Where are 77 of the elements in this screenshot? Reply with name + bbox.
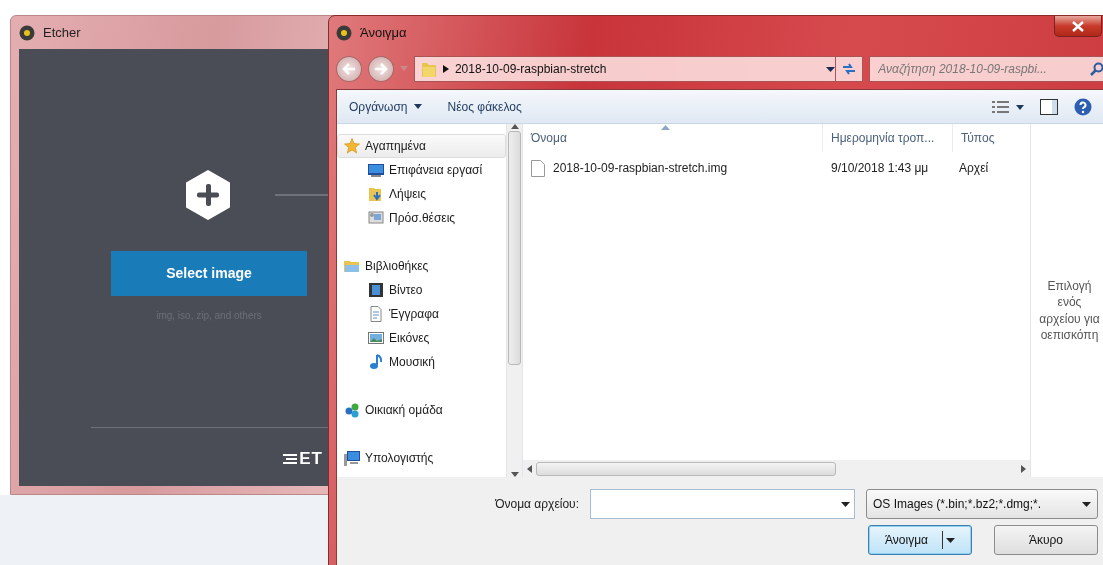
chevron-icon <box>442 65 449 73</box>
horizontal-scrollbar[interactable] <box>523 460 1030 477</box>
window-title: Άνοιγμα <box>360 23 407 42</box>
view-list-icon[interactable] <box>992 99 1024 114</box>
preview-pane-icon[interactable] <box>1040 98 1058 115</box>
search-icon <box>1090 62 1103 76</box>
scrollbar-thumb[interactable] <box>536 461 836 476</box>
left-arrow-icon <box>342 63 356 75</box>
right-arrow-icon <box>373 63 388 75</box>
nav-item[interactable]: Βίντεο <box>337 278 506 302</box>
file-name: 2018-10-09-raspbian-stretch.img <box>553 160 728 177</box>
filename-field[interactable] <box>590 489 855 519</box>
nav-item[interactable]: Οικιακή ομάδα <box>337 398 506 422</box>
column-header[interactable]: Τύπος <box>953 124 995 152</box>
scrollbar-thumb[interactable] <box>508 131 521 365</box>
desktop-icon <box>368 162 384 178</box>
caret-icon[interactable] <box>946 537 955 543</box>
libraries-icon <box>344 258 360 274</box>
cancel-button[interactable]: Άκυρο <box>994 525 1098 555</box>
address-bar[interactable]: 2018-10-09-raspbian-stretch <box>413 56 837 82</box>
new-folder-button[interactable]: Νέος φάκελος <box>445 95 524 118</box>
file-date: 9/10/2018 1:43 μμ <box>830 160 930 177</box>
logo-icon <box>283 452 298 465</box>
forward-button[interactable] <box>367 56 394 82</box>
filename-label: Όνομα αρχείου: <box>494 496 579 513</box>
left-arrow-icon[interactable] <box>527 464 532 473</box>
file-icon <box>531 159 545 177</box>
nav-item[interactable]: Αγαπημένα <box>337 134 506 158</box>
close-icon <box>1072 20 1084 32</box>
pictures-icon <box>368 330 384 346</box>
breadcrumb-text: 2018-10-09-raspbian-stretch <box>454 61 608 78</box>
documents-icon <box>368 306 384 322</box>
folder-icon <box>420 60 437 78</box>
star-icon <box>344 138 360 154</box>
sort-arrow-icon <box>660 125 670 130</box>
file-row[interactable]: 2018-10-09-raspbian-stretch.img 9/10/2018 1:43 μμ Αρχεί <box>523 156 1030 180</box>
column-header[interactable]: Όνομα <box>523 124 823 152</box>
app-icon <box>19 24 35 41</box>
app-icon <box>336 24 352 41</box>
open-button[interactable]: Άνοιγμα <box>868 525 972 555</box>
caret-icon <box>413 104 422 109</box>
nav-item[interactable]: Μουσική <box>337 350 506 374</box>
nav-item[interactable]: Επιφάνεια εργασί <box>337 158 506 182</box>
file-type: Αρχεί <box>958 160 990 177</box>
video-icon <box>368 282 384 298</box>
column-header[interactable]: Ημερομηνία τροπ... <box>823 124 953 152</box>
downloads-icon <box>368 186 384 202</box>
nav-item[interactable]: Έγγραφα <box>337 302 506 326</box>
logo-text: ET <box>299 450 323 467</box>
vertical-scrollbar[interactable] <box>506 124 522 477</box>
nav-item[interactable]: Βιβλιοθήκες <box>337 254 506 278</box>
organize-menu[interactable]: Οργάνωση <box>347 95 424 118</box>
caret-icon <box>826 66 836 72</box>
places-icon <box>368 210 384 226</box>
nav-item[interactable]: Υπολογιστής <box>337 446 506 470</box>
plus-icon[interactable] <box>186 170 230 220</box>
caret-icon <box>1082 501 1091 507</box>
caret-icon[interactable] <box>841 501 850 507</box>
down-arrow-icon[interactable] <box>510 472 519 477</box>
close-button[interactable] <box>1054 16 1102 37</box>
help-icon[interactable] <box>1074 97 1092 116</box>
right-arrow-icon[interactable] <box>1021 464 1026 473</box>
refresh-button[interactable] <box>835 56 864 82</box>
search-field[interactable]: Αναζήτηση 2018-10-09-raspbi... <box>869 56 1103 82</box>
select-image-button[interactable]: Select image <box>111 251 307 296</box>
nav-item[interactable]: Λήψεις <box>337 182 506 206</box>
refresh-icon <box>841 62 858 76</box>
homegroup-icon <box>344 402 360 418</box>
music-icon <box>368 354 384 370</box>
window-title: Etcher <box>43 23 81 42</box>
file-type-dropdown[interactable]: OS Images (*.bin;*.bz2;*.dmg;*. <box>866 489 1098 519</box>
computer-icon <box>344 450 360 466</box>
up-arrow-icon[interactable] <box>510 124 519 129</box>
back-button[interactable] <box>336 56 362 82</box>
nav-item[interactable]: Πρόσ.θέσεις <box>337 206 506 230</box>
nav-item[interactable]: Εικόνες <box>337 326 506 350</box>
preview-hint: Επιλογή ενός αρχείου για οεπισκόπη <box>1039 278 1100 343</box>
